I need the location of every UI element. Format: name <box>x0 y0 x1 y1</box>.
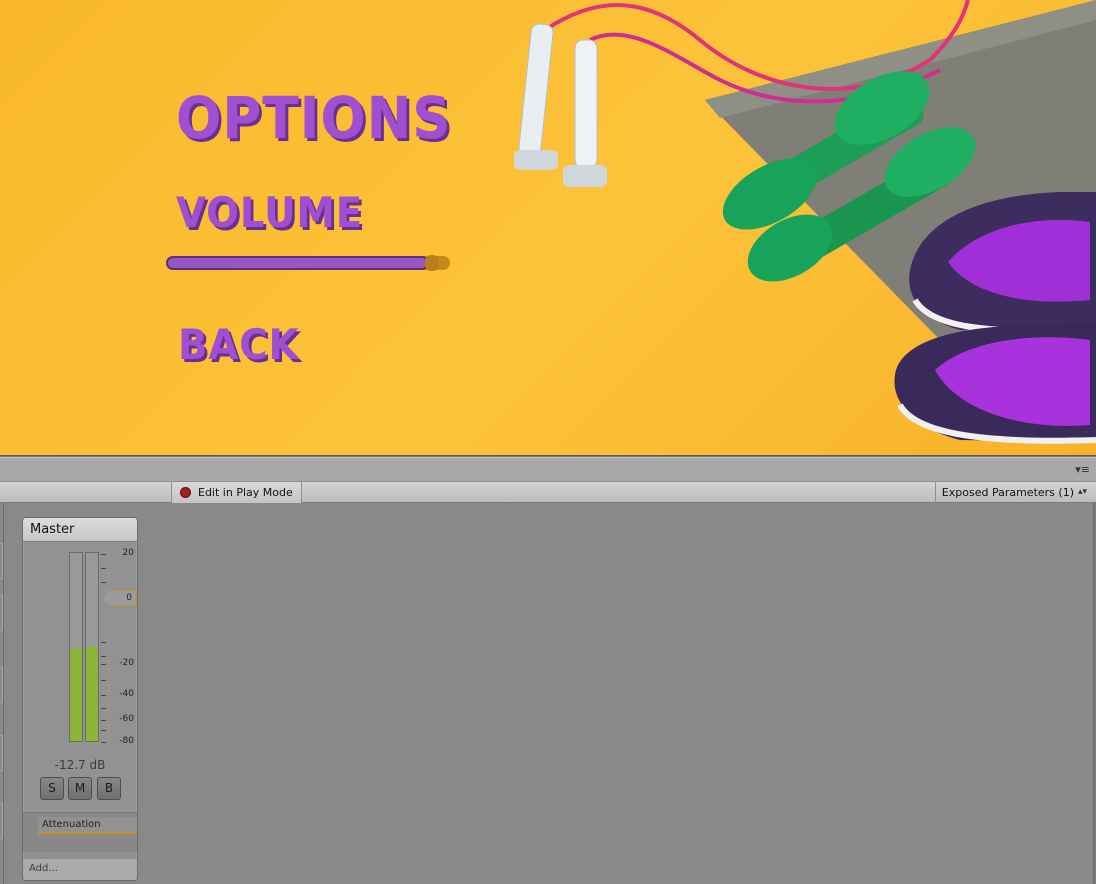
mixer-side-panel <box>0 503 4 884</box>
add-effect-button[interactable]: Add... <box>23 858 137 880</box>
db-readout: -12.7 dB <box>54 758 106 772</box>
vu-meter-right <box>85 552 99 742</box>
scale-label: -80 <box>119 736 134 746</box>
effects-list: Attenuation <box>23 812 137 852</box>
volume-slider[interactable] <box>166 255 450 271</box>
panel-menu-icon[interactable]: ▾≡ <box>1075 463 1090 476</box>
fitness-background-art <box>514 0 1096 444</box>
audio-mixer-toolbar: Edit in Play Mode Exposed Parameters (1)… <box>0 481 1096 503</box>
rope-handle-left <box>518 23 554 157</box>
game-view: OPTIONS VOLUME BACK <box>0 0 1096 456</box>
back-button[interactable]: BACK <box>178 320 299 369</box>
side-panel-tab[interactable] <box>0 735 3 771</box>
mute-button[interactable]: M <box>68 777 92 800</box>
db-scale: 20 -20 -40 -60 -80 <box>101 548 137 748</box>
side-panel-tab[interactable] <box>0 543 3 579</box>
vu-meter-left-level <box>70 649 82 741</box>
edit-in-play-mode-button[interactable]: Edit in Play Mode <box>171 482 302 503</box>
scale-label: -60 <box>119 714 134 724</box>
options-title: OPTIONS <box>176 84 452 152</box>
master-channel-strip: Master 20 -20 -40 -60 -80 0 -12.7 dB S M… <box>22 517 138 881</box>
side-panel-tab[interactable] <box>0 595 3 631</box>
side-panel-tab[interactable] <box>0 667 3 703</box>
attenuation-effect[interactable]: Attenuation <box>38 817 137 834</box>
dropdown-arrows-icon: ▴▾ <box>1077 487 1087 497</box>
panel-splitter[interactable]: ▾≡ <box>0 457 1096 481</box>
volume-fader-handle[interactable]: 0 <box>103 590 137 606</box>
side-panel-tab[interactable] <box>0 803 3 839</box>
vu-meter-left <box>69 552 83 742</box>
scale-label: -20 <box>119 658 134 668</box>
exposed-parameters-label: Exposed Parameters (1) <box>941 486 1074 499</box>
channel-name[interactable]: Master <box>23 518 137 542</box>
rope-handle-right <box>574 39 598 169</box>
record-dot-icon <box>180 487 191 498</box>
scale-label: -40 <box>119 689 134 699</box>
sneaker-bottom <box>894 322 1096 444</box>
volume-slider-fill <box>166 256 429 270</box>
bypass-button[interactable]: B <box>97 777 121 800</box>
edit-in-play-mode-label: Edit in Play Mode <box>198 486 293 499</box>
volume-slider-handle[interactable] <box>425 255 439 271</box>
exposed-parameters-dropdown[interactable]: Exposed Parameters (1) ▴▾ <box>934 482 1090 503</box>
vu-meter-right-level <box>86 647 98 741</box>
volume-label: VOLUME <box>176 188 364 237</box>
scale-label: 20 <box>122 548 134 558</box>
solo-button[interactable]: S <box>40 777 64 800</box>
audio-mixer-panel: Master 20 -20 -40 -60 -80 0 -12.7 dB S M… <box>0 503 1096 884</box>
